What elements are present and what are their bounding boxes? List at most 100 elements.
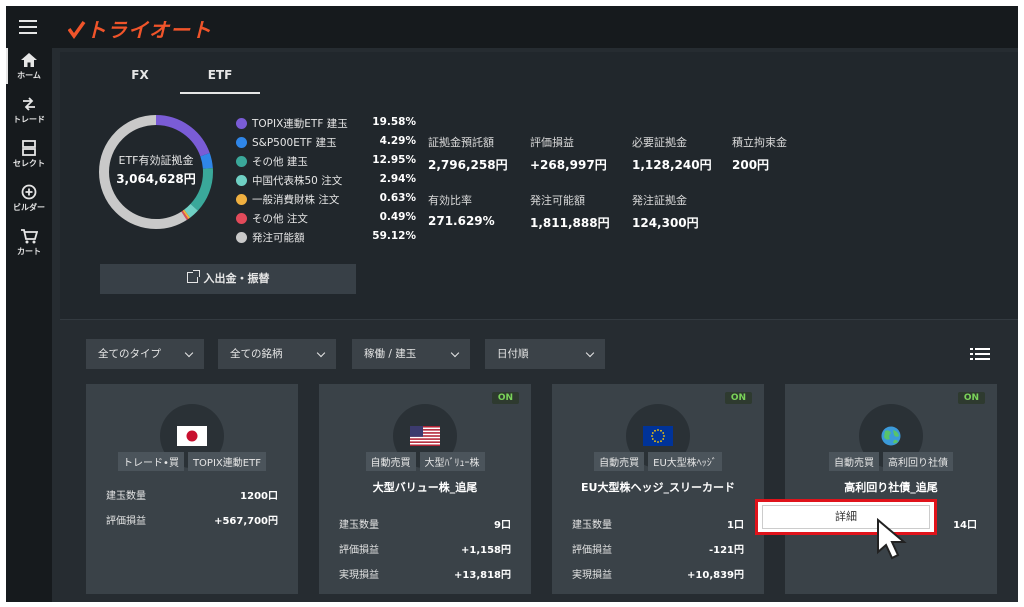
app-logo[interactable]: トライオート bbox=[67, 14, 212, 43]
strategy-card[interactable]: ON 自動売買 EU大型株ﾍｯｼﾞ EU大型株ヘッジ_スリーカード 建玉数量 1口 評価損益… bbox=[552, 384, 764, 594]
metric-label: 必要証拠金 bbox=[632, 136, 687, 149]
summary-panel: FX ETF ETF有効証拠金 3,064,628円 TOPIX連動ETF 建玉… bbox=[60, 52, 1018, 320]
card-row-label: 建玉数量 bbox=[572, 520, 612, 531]
metric-value: 200円 bbox=[732, 158, 770, 172]
strategy-card[interactable]: ON自動売買高利回り社債高利回り社債_追尾建玉数量14口 bbox=[785, 384, 997, 594]
card-row-value: +13,818円 bbox=[454, 570, 511, 581]
metric-value: 2,796,258円 bbox=[428, 158, 508, 172]
legend-value: 12.95% bbox=[372, 154, 416, 166]
metric-value: 271.629% bbox=[428, 214, 495, 228]
card-tags: 自動売買 高利回り社債 bbox=[785, 452, 997, 471]
nav-trade[interactable]: トレード bbox=[6, 96, 52, 125]
card-row-label: 実現損益 bbox=[339, 570, 379, 581]
legend-dot bbox=[236, 156, 247, 167]
nav-cart[interactable]: カート bbox=[6, 228, 52, 257]
card-row-value: +1,158円 bbox=[460, 545, 511, 556]
card-title: 高利回り社債_追尾 bbox=[844, 481, 938, 494]
home-icon bbox=[21, 53, 37, 67]
strategy-card[interactable]: ON 自動売買 大型ﾊﾞﾘｭｰ株大型バリュー株_追尾建玉数量 9口評価損益 +1,158… bbox=[319, 384, 531, 594]
deposit-transfer-label: 入出金・振替 bbox=[203, 272, 270, 285]
cart-icon bbox=[21, 229, 38, 244]
nav-trade-label: トレード bbox=[13, 115, 45, 124]
filter-type-select[interactable]: 全てのタイプ bbox=[86, 339, 204, 369]
nav-home[interactable]: ホーム bbox=[6, 48, 52, 84]
tab-etf-label: ETF bbox=[207, 68, 233, 82]
builder-icon bbox=[21, 184, 37, 200]
list-view-icon[interactable] bbox=[970, 348, 990, 362]
metric-label: 有効比率 bbox=[428, 194, 472, 207]
card-title: 大型バリュー株_追尾 bbox=[372, 481, 478, 494]
tab-fx-label: FX bbox=[131, 68, 149, 82]
card-title: EU大型株ヘッジ_スリーカード bbox=[581, 481, 735, 494]
nav-select[interactable]: セレクト bbox=[6, 140, 52, 169]
nav-rail: ホーム トレード セレクト ビルダー カート bbox=[6, 6, 52, 602]
donut-legend: TOPIX連動ETF 建玉 19.58% S&P500ETF 建玉 4.29% その他 … bbox=[236, 116, 416, 249]
deposit-transfer-button[interactable]: 入出金・振替 bbox=[100, 264, 356, 294]
legend-item: S&P500ETF 建玉 4.29% bbox=[236, 135, 416, 154]
card-row-label: 建玉数量 bbox=[339, 520, 379, 531]
legend-label: S&P500ETF 建玉 bbox=[252, 137, 337, 149]
card-tag: 自動売買 bbox=[594, 452, 645, 471]
filter-status-label: 稼働 / 建玉 bbox=[364, 348, 417, 360]
metric-value: 1,128,240円 bbox=[632, 158, 712, 172]
legend-item: 一般消費財株 注文 0.63% bbox=[236, 192, 416, 211]
legend-item: TOPIX連動ETF 建玉 19.58% bbox=[236, 116, 416, 135]
card-row-label: 評価損益 bbox=[106, 516, 146, 527]
legend-value: 2.94% bbox=[379, 173, 416, 185]
globe-icon bbox=[881, 426, 901, 446]
status-badge: ON bbox=[957, 392, 985, 404]
metric-value: 124,300円 bbox=[632, 216, 699, 230]
filter-status-select[interactable]: 稼働 / 建玉 bbox=[352, 339, 470, 369]
filter-symbol-select[interactable]: 全ての銘柄 bbox=[218, 339, 336, 369]
mouse-pointer-icon bbox=[877, 518, 907, 560]
select-icon bbox=[22, 140, 36, 156]
legend-item: その他 建玉 12.95% bbox=[236, 154, 416, 173]
legend-value: 4.29% bbox=[379, 135, 416, 147]
legend-dot bbox=[236, 194, 247, 205]
nav-cart-label: カート bbox=[17, 247, 41, 256]
card-tags: 自動売買 EU大型株ﾍｯｼﾞ bbox=[552, 452, 764, 471]
card-row-value: 14口 bbox=[953, 520, 977, 531]
tab-etf[interactable]: ETF bbox=[180, 64, 260, 94]
card-row-label: 評価損益 bbox=[339, 545, 379, 556]
chevron-down-icon bbox=[316, 348, 326, 358]
filter-sort-select[interactable]: 日付順 bbox=[485, 339, 605, 369]
legend-value: 59.12% bbox=[372, 230, 416, 242]
menu-icon[interactable] bbox=[19, 20, 37, 34]
chevron-down-icon bbox=[184, 348, 194, 358]
card-row-value: 9口 bbox=[494, 520, 511, 531]
legend-dot bbox=[236, 213, 247, 224]
card-row-value: 1200口 bbox=[240, 491, 278, 502]
legend-value: 19.58% bbox=[372, 116, 416, 128]
card-row-value: +567,700円 bbox=[214, 516, 278, 527]
usa-flag-icon bbox=[410, 426, 440, 446]
logo-check-icon bbox=[67, 20, 86, 40]
chevron-down-icon bbox=[585, 348, 595, 358]
metric-label: 評価損益 bbox=[530, 136, 574, 149]
legend-item: その他 注文 0.49% bbox=[236, 211, 416, 230]
trade-icon bbox=[23, 97, 35, 111]
status-badge: ON bbox=[724, 392, 752, 404]
card-row-value: +10,839円 bbox=[687, 570, 744, 581]
legend-label: その他 建玉 bbox=[252, 156, 308, 168]
nav-select-label: セレクト bbox=[13, 159, 45, 168]
detail-button-label: 詳細 bbox=[835, 510, 857, 523]
card-row-value: -121円 bbox=[708, 545, 744, 556]
card-tag: 自動売買 bbox=[365, 452, 416, 471]
eu-flag-icon bbox=[643, 426, 673, 446]
nav-builder[interactable]: ビルダー bbox=[6, 184, 52, 213]
legend-label: 発注可能額 bbox=[252, 232, 305, 244]
metric-value: +268,997円 bbox=[530, 158, 607, 172]
external-link-icon bbox=[186, 270, 200, 283]
strategy-card[interactable]: トレード•買 TOPIX連動ETF 建玉数量 1200口 評価損益 +567,700円 bbox=[86, 384, 298, 594]
status-badge: ON bbox=[491, 392, 519, 404]
filter-symbol-label: 全ての銘柄 bbox=[230, 348, 283, 360]
tab-fx[interactable]: FX bbox=[100, 64, 180, 94]
metric-label: 発注可能額 bbox=[530, 194, 585, 207]
card-tags: 自動売買 大型ﾊﾞﾘｭｰ株 bbox=[319, 452, 531, 471]
card-tag: 自動売買 bbox=[829, 452, 879, 471]
legend-label: 中国代表株50 注文 bbox=[252, 175, 343, 187]
legend-dot bbox=[236, 175, 247, 186]
metric-label: 積立拘束金 bbox=[732, 136, 787, 149]
metric-value: 1,811,888円 bbox=[530, 216, 610, 230]
